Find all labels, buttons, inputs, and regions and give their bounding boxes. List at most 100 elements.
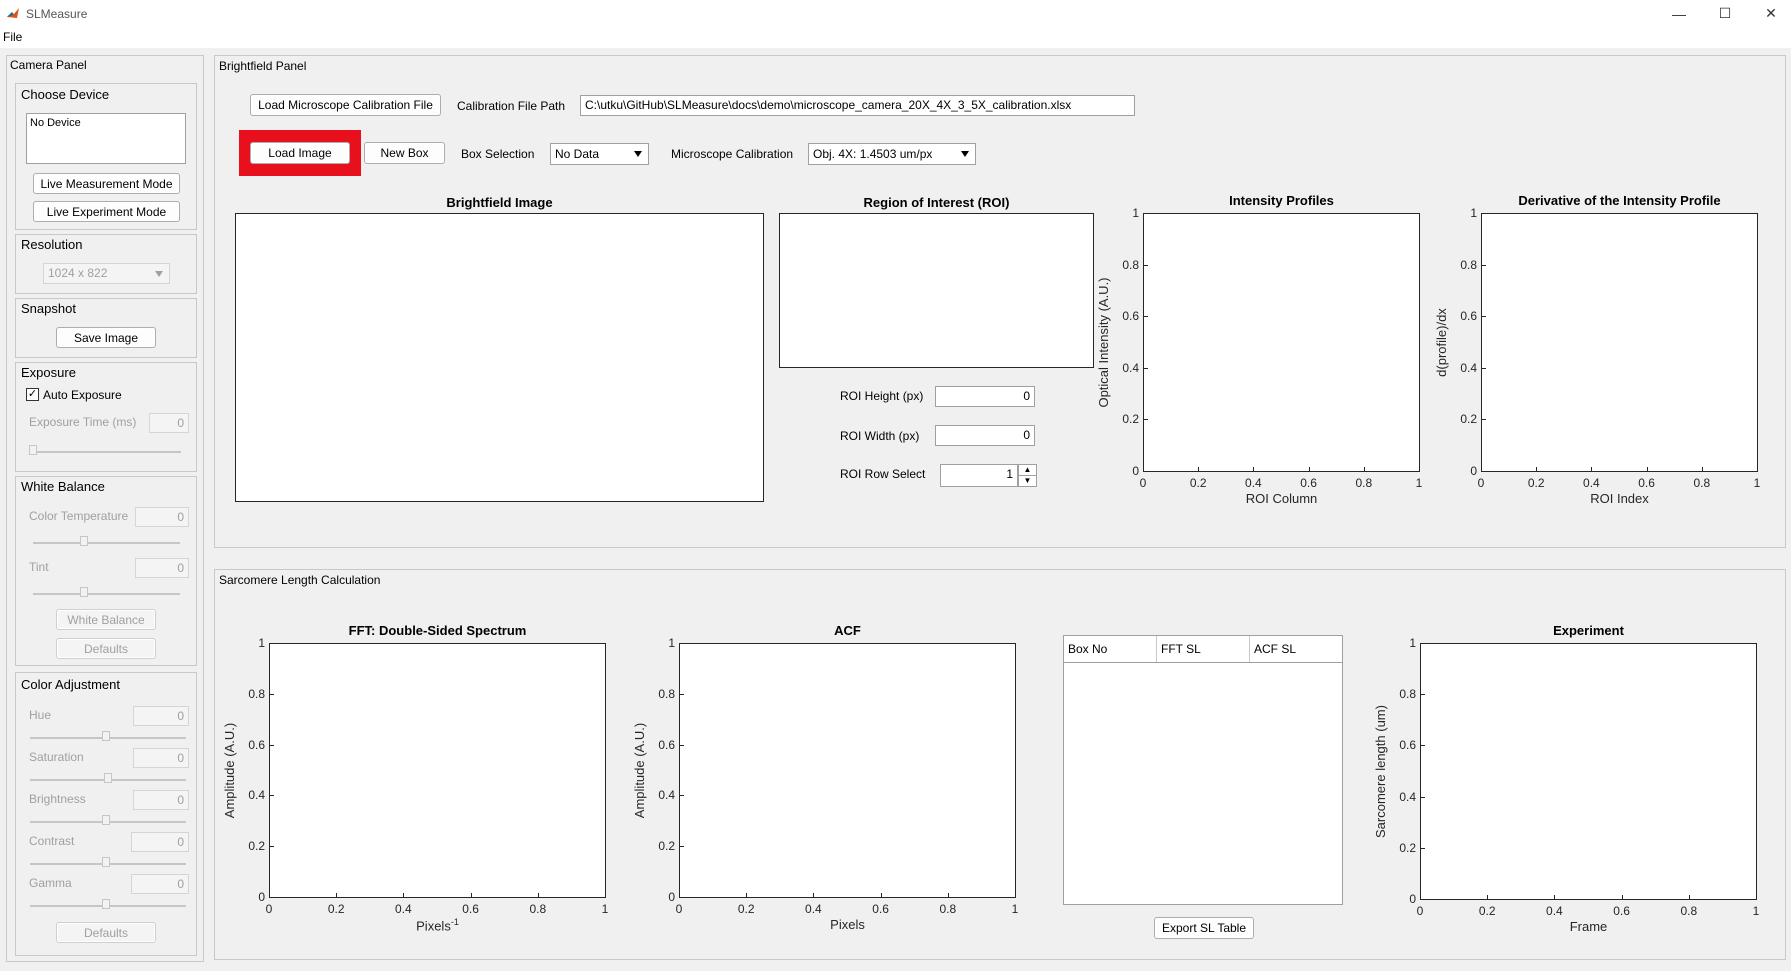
derivative-y-tick-mark: [1481, 213, 1486, 214]
load-image-button[interactable]: Load Image: [250, 142, 350, 164]
device-list[interactable]: No Device: [26, 113, 186, 164]
exposure-slider-thumb[interactable]: [29, 445, 37, 455]
save-image-button[interactable]: Save Image: [56, 327, 156, 348]
intensity-profiles-x-tick-mark: [1363, 467, 1365, 472]
fft-y-tick-mark: [269, 643, 274, 644]
menu-file[interactable]: File: [3, 30, 22, 44]
experiment-x-tick-label: 0.6: [1613, 904, 1630, 918]
auto-exposure-label: Auto Exposure: [43, 388, 122, 402]
experiment-y-tick-mark: [1420, 796, 1425, 798]
roi-height-field[interactable]: 0: [935, 386, 1035, 407]
fft-y-tick-label: 0.8: [248, 686, 265, 701]
intensity-profiles-y-tick-label: 0.4: [1122, 360, 1139, 375]
sl-table-col-box-no[interactable]: Box No: [1064, 636, 1157, 662]
new-box-button[interactable]: New Box: [364, 142, 445, 164]
spinner-up-icon[interactable]: ▲: [1019, 465, 1036, 476]
auto-exposure-checkbox[interactable]: ✓: [26, 388, 39, 401]
roi-axes[interactable]: [779, 213, 1094, 368]
white-balance-defaults-button[interactable]: Defaults: [56, 638, 156, 659]
sl-table-col-fft-sl[interactable]: FFT SL: [1157, 636, 1250, 662]
export-sl-table-button[interactable]: Export SL Table: [1154, 917, 1254, 939]
live-measurement-mode-button[interactable]: Live Measurement Mode: [33, 173, 180, 194]
experiment-y-axis-label: Sarcomere length (um): [1372, 704, 1388, 838]
color-temperature-slider[interactable]: [33, 542, 180, 544]
tint-slider[interactable]: [33, 593, 180, 595]
exposure-slider[interactable]: [31, 451, 181, 453]
fft-x-tick-mark: [336, 893, 338, 898]
acf-x-tick-label: 0.8: [939, 902, 957, 916]
spinner-down-icon[interactable]: ▼: [1019, 476, 1036, 486]
acf-x-tick-mark: [880, 893, 882, 898]
color-temperature-slider-thumb[interactable]: [80, 536, 88, 546]
menu-bar: [0, 27, 1791, 48]
box-selection-value: No Data: [555, 147, 600, 161]
device-list-item[interactable]: No Device: [30, 117, 182, 129]
intensity-profiles-plot-area[interactable]: [1143, 213, 1420, 472]
tint-slider-thumb[interactable]: [80, 587, 88, 597]
experiment-x-tick-label: 0.4: [1546, 904, 1563, 918]
color-adjustment-defaults-button[interactable]: Defaults: [56, 922, 156, 943]
intensity-profiles-y-tick-label: 0.6: [1122, 309, 1139, 324]
roi-height-label: ROI Height (px): [840, 389, 924, 403]
acf-y-tick-mark: [679, 846, 684, 848]
acf-plot-area[interactable]: [679, 643, 1016, 898]
color-temperature-field[interactable]: 0: [135, 507, 189, 527]
experiment-y-tick-label: 0.2: [1399, 840, 1416, 855]
close-button[interactable]: ✕: [1748, 0, 1791, 27]
contrast-field[interactable]: 0: [131, 832, 189, 852]
contrast-slider-thumb[interactable]: [102, 857, 110, 867]
intensity-profiles-x-tick-label: 0: [1139, 476, 1147, 490]
minimize-button[interactable]: —: [1656, 0, 1702, 27]
experiment-x-tick-mark: [1487, 895, 1489, 900]
fft-x-tick-mark: [537, 893, 539, 898]
intensity-profiles-x-tick-label: 0.4: [1245, 476, 1262, 490]
box-selection-dropdown[interactable]: No Data: [550, 143, 649, 165]
camera-panel-title: Camera Panel: [10, 58, 87, 72]
derivative-x-tick-mark: [1646, 467, 1648, 472]
experiment-x-tick-label: 0.2: [1478, 904, 1496, 918]
acf-y-tick-label: 0.4: [658, 788, 675, 803]
gamma-field[interactable]: 0: [131, 874, 189, 894]
live-experiment-mode-button[interactable]: Live Experiment Mode: [33, 201, 180, 222]
experiment-x-axis-label: Frame: [1569, 919, 1608, 934]
tint-field[interactable]: 0: [135, 558, 189, 578]
saturation-slider-thumb[interactable]: [104, 773, 112, 783]
fft-y-tick-mark: [269, 795, 274, 797]
saturation-field[interactable]: 0: [133, 748, 189, 768]
calibration-path-field[interactable]: C:\utku\GitHub\SLMeasure\docs\demo\micro…: [580, 95, 1135, 116]
derivative-plot-area[interactable]: [1481, 213, 1758, 472]
white-balance-button[interactable]: White Balance: [56, 609, 156, 630]
chevron-down-icon: [155, 271, 163, 277]
microscope-calibration-dropdown[interactable]: Obj. 4X: 1.4503 um/px: [808, 143, 976, 165]
roi-width-field[interactable]: 0: [935, 425, 1035, 446]
derivative-y-tick-mark: [1481, 264, 1486, 266]
intensity-profiles-y-tick-mark: [1143, 367, 1148, 369]
sl-table-col-acf-sl[interactable]: ACF SL: [1250, 636, 1342, 662]
fft-y-tick-label: 0.4: [248, 788, 265, 803]
hue-field[interactable]: 0: [133, 706, 189, 726]
maximize-button[interactable]: ☐: [1702, 0, 1748, 27]
experiment-y-tick-label: 0.6: [1399, 738, 1416, 753]
fft-y-tick-label: 0.6: [248, 737, 265, 752]
experiment-plot-area[interactable]: [1420, 643, 1757, 900]
roi-row-select-field[interactable]: 1: [940, 464, 1018, 487]
roi-row-spinner[interactable]: ▲ ▼: [1018, 464, 1037, 487]
derivative-y-axis-label: d(profile)/dx: [1433, 307, 1449, 377]
acf-x-tick-label: 0.6: [872, 902, 889, 916]
fft-plot-area[interactable]: [269, 643, 606, 898]
sl-table[interactable]: Box No FFT SL ACF SL: [1063, 635, 1343, 905]
resolution-dropdown[interactable]: 1024 x 822: [43, 263, 170, 284]
load-calibration-file-button[interactable]: Load Microscope Calibration File: [250, 94, 441, 116]
brightfield-image-axes[interactable]: [235, 213, 764, 502]
acf-x-tick-mark: [746, 893, 748, 898]
experiment-y-tick-label: 0: [1409, 892, 1416, 906]
intensity-profiles-y-tick-label: 0.2: [1122, 412, 1139, 427]
hue-slider-thumb[interactable]: [102, 731, 110, 741]
derivative-y-tick-mark: [1481, 471, 1486, 472]
intensity-profiles-x-tick-mark: [1253, 467, 1255, 472]
gamma-slider-thumb[interactable]: [102, 899, 110, 909]
color-temperature-label: Color Temperature: [29, 509, 129, 523]
brightness-slider-thumb[interactable]: [102, 815, 110, 825]
brightness-field[interactable]: 0: [133, 790, 189, 810]
exposure-time-field[interactable]: 0: [149, 413, 189, 433]
